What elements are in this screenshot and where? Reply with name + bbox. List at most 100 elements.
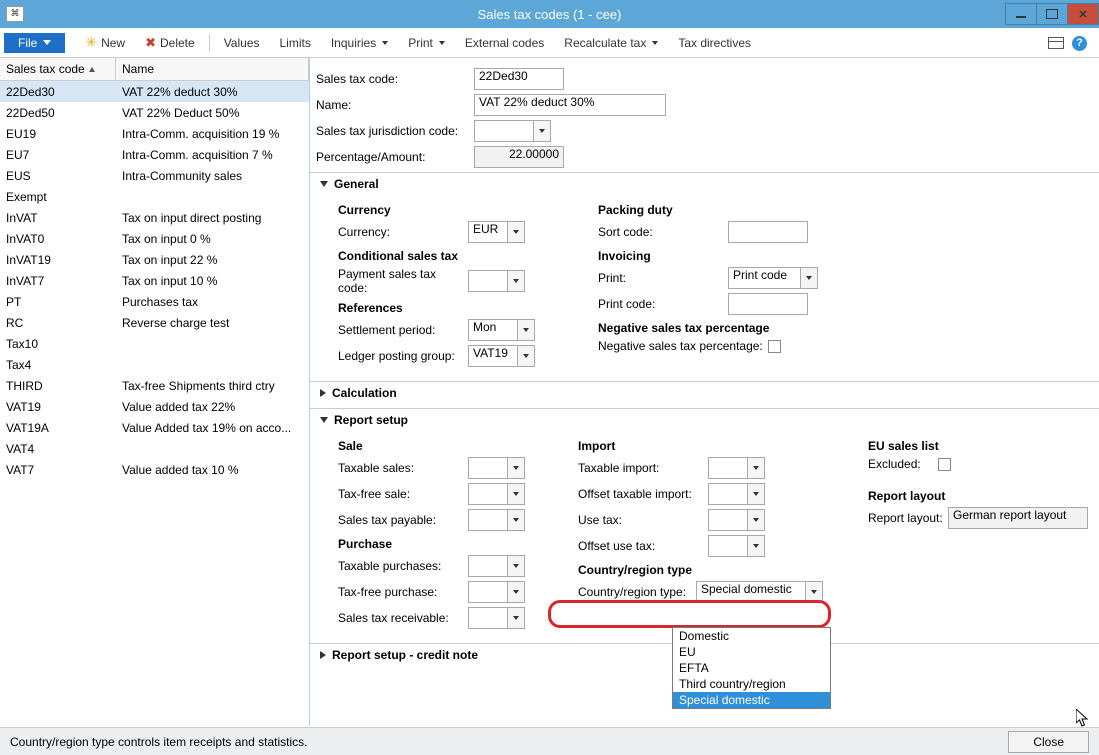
table-row[interactable]: 22Ded30VAT 22% deduct 30% <box>0 81 309 102</box>
chevron-down-icon[interactable] <box>801 267 818 289</box>
help-icon[interactable] <box>1072 35 1087 51</box>
delete-button[interactable]: Delete <box>135 32 205 54</box>
dropdown-option[interactable]: Domestic <box>673 628 830 644</box>
column-header-code[interactable]: Sales tax code <box>0 58 116 80</box>
payment-sales-tax-code-combo[interactable] <box>468 270 525 292</box>
external-codes-button[interactable]: External codes <box>455 33 554 53</box>
sort-code-field[interactable] <box>728 221 808 243</box>
dropdown-option[interactable]: EFTA <box>673 660 830 676</box>
use-tax-combo[interactable] <box>708 509 765 531</box>
sales-tax-code-field[interactable]: 22Ded30 <box>474 68 564 90</box>
jurisdiction-combo[interactable] <box>474 120 551 142</box>
taxfree-sale-combo[interactable] <box>468 483 525 505</box>
print-menu[interactable]: Print <box>398 33 455 53</box>
new-button[interactable]: New <box>75 31 135 54</box>
table-row[interactable]: PTPurchases tax <box>0 291 309 312</box>
chevron-down-icon[interactable] <box>806 581 823 603</box>
dropdown-option[interactable]: EU <box>673 644 830 660</box>
label-taxfree-purchase: Tax-free purchase: <box>338 585 468 599</box>
table-row[interactable]: InVAT0Tax on input 0 % <box>0 228 309 249</box>
chevron-down-icon[interactable] <box>508 221 525 243</box>
table-row[interactable]: EU19Intra-Comm. acquisition 19 % <box>0 123 309 144</box>
offset-use-tax-combo[interactable] <box>708 535 765 557</box>
column-header-name[interactable]: Name <box>116 58 309 80</box>
negative-tax-checkbox[interactable] <box>768 340 781 353</box>
cell-code: InVAT7 <box>0 274 116 288</box>
maximize-button[interactable] <box>1036 3 1068 25</box>
chevron-down-icon[interactable] <box>748 457 765 479</box>
settlement-period-combo[interactable]: Mon <box>468 319 535 341</box>
section-general-header[interactable]: General <box>310 173 1099 195</box>
chevron-down-icon[interactable] <box>508 483 525 505</box>
country-region-type-heading: Country/region type <box>578 563 828 577</box>
chevron-down-icon[interactable] <box>748 509 765 531</box>
excluded-checkbox[interactable] <box>938 458 951 471</box>
table-row[interactable]: InVAT19Tax on input 22 % <box>0 249 309 270</box>
tax-codes-grid[interactable]: Sales tax code Name 22Ded30VAT 22% deduc… <box>0 58 310 726</box>
taxfree-purchase-combo[interactable] <box>468 581 525 603</box>
table-row[interactable]: VAT19Value added tax 22% <box>0 396 309 417</box>
recalculate-tax-menu[interactable]: Recalculate tax <box>554 33 668 53</box>
close-button[interactable]: Close <box>1008 731 1089 753</box>
chevron-down-icon[interactable] <box>508 607 525 629</box>
section-calculation-header[interactable]: Calculation <box>310 382 1099 404</box>
ledger-posting-group-combo[interactable]: VAT19 <box>468 345 535 367</box>
status-help-text: Country/region type controls item receip… <box>10 735 307 749</box>
chevron-down-icon[interactable] <box>518 345 535 367</box>
cell-name: Intra-Community sales <box>116 169 309 183</box>
negative-tax-heading: Negative sales tax percentage <box>598 321 818 335</box>
table-row[interactable]: VAT7Value added tax 10 % <box>0 459 309 480</box>
name-field[interactable]: VAT 22% deduct 30% <box>474 94 666 116</box>
table-row[interactable]: 22Ded50VAT 22% Deduct 50% <box>0 102 309 123</box>
table-row[interactable]: Tax10 <box>0 333 309 354</box>
table-row[interactable]: RCReverse charge test <box>0 312 309 333</box>
cell-code: Tax4 <box>0 358 116 372</box>
table-row[interactable]: VAT19AValue Added tax 19% on acco... <box>0 417 309 438</box>
table-row[interactable]: EUSIntra-Community sales <box>0 165 309 186</box>
print-combo[interactable]: Print code <box>728 267 818 289</box>
sales-tax-receivable-combo[interactable] <box>468 607 525 629</box>
dropdown-option[interactable]: Third country/region <box>673 676 830 692</box>
table-row[interactable]: EU7Intra-Comm. acquisition 7 % <box>0 144 309 165</box>
chevron-down-icon[interactable] <box>534 120 551 142</box>
layout-icon[interactable] <box>1048 37 1064 49</box>
taxable-sales-combo[interactable] <box>468 457 525 479</box>
minimize-button[interactable] <box>1005 3 1037 25</box>
table-row[interactable]: InVAT7Tax on input 10 % <box>0 270 309 291</box>
chevron-down-icon[interactable] <box>748 483 765 505</box>
taxable-import-combo[interactable] <box>708 457 765 479</box>
table-row[interactable]: THIRDTax-free Shipments third ctry <box>0 375 309 396</box>
section-report-setup-header[interactable]: Report setup <box>310 409 1099 431</box>
offset-taxable-import-combo[interactable] <box>708 483 765 505</box>
limits-button[interactable]: Limits <box>270 33 321 53</box>
chevron-down-icon[interactable] <box>748 535 765 557</box>
dropdown-option[interactable]: Special domestic <box>673 692 830 708</box>
table-row[interactable]: InVATTax on input direct posting <box>0 207 309 228</box>
table-row[interactable]: Tax4 <box>0 354 309 375</box>
chevron-down-icon[interactable] <box>508 581 525 603</box>
chevron-down-icon[interactable] <box>518 319 535 341</box>
cell-name: Reverse charge test <box>116 316 309 330</box>
cell-code: Tax10 <box>0 337 116 351</box>
sales-tax-payable-combo[interactable] <box>468 509 525 531</box>
currency-combo[interactable]: EUR <box>468 221 525 243</box>
chevron-down-icon[interactable] <box>508 555 525 577</box>
chevron-down-icon[interactable] <box>508 509 525 531</box>
print-code-field[interactable] <box>728 293 808 315</box>
label-use-tax: Use tax: <box>578 513 708 527</box>
values-button[interactable]: Values <box>214 33 270 53</box>
file-menu[interactable]: File <box>4 33 65 53</box>
chevron-down-icon[interactable] <box>508 457 525 479</box>
chevron-down-icon[interactable] <box>508 270 525 292</box>
cell-name: Tax on input 0 % <box>116 232 309 246</box>
report-layout-field[interactable]: German report layout <box>948 507 1088 529</box>
tax-directives-button[interactable]: Tax directives <box>668 33 761 53</box>
table-row[interactable]: VAT4 <box>0 438 309 459</box>
table-row[interactable]: Exempt <box>0 186 309 207</box>
inquiries-menu[interactable]: Inquiries <box>321 33 398 53</box>
taxable-purchases-combo[interactable] <box>468 555 525 577</box>
country-region-type-combo[interactable]: Special domestic <box>696 581 823 603</box>
cell-name: Tax-free Shipments third ctry <box>116 379 309 393</box>
close-window-button[interactable] <box>1067 3 1099 25</box>
country-region-type-dropdown[interactable]: DomesticEUEFTAThird country/regionSpecia… <box>672 627 831 709</box>
